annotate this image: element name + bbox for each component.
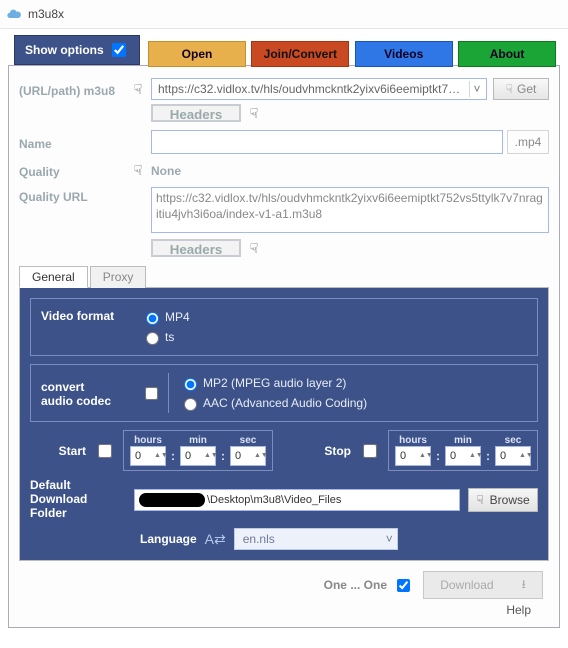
chevron-down-icon[interactable]: ˅ (386, 532, 393, 546)
start-hours[interactable]: 0▲▼ (130, 446, 166, 466)
download-button[interactable]: Download ⭳ (423, 571, 543, 599)
tab-open[interactable]: Open (148, 41, 246, 67)
tab-about[interactable]: About (458, 41, 556, 67)
video-format-group: Video format MP4 ts (30, 298, 538, 356)
radio-mp2[interactable] (184, 378, 197, 391)
top-tabs-row: Show options Open Join/Convert Videos Ab… (8, 39, 560, 66)
radio-mp4-label: MP4 (165, 310, 190, 324)
start-min[interactable]: 0▲▼ (180, 446, 216, 466)
pointer-icon[interactable]: ☟ (129, 162, 147, 179)
quality-label: Quality (19, 162, 129, 179)
pointer-icon: ☟ (506, 82, 513, 96)
redacted-path (139, 493, 205, 507)
tab-videos[interactable]: Videos (355, 41, 453, 67)
convert-label: convert audio codec (41, 378, 141, 409)
download-folder-path[interactable]: \Desktop\m3u8\Video_Files (134, 489, 460, 511)
subtab-proxy[interactable]: Proxy (90, 266, 147, 288)
help-row: Help (19, 601, 549, 617)
chevron-down-icon[interactable]: ˅ (469, 81, 484, 97)
browse-button[interactable]: ☟ Browse (468, 488, 538, 512)
radio-aac[interactable] (184, 398, 197, 411)
quality-url-label: Quality URL (19, 187, 129, 204)
language-label: Language (140, 532, 197, 546)
show-options-checkbox[interactable] (112, 43, 126, 57)
convert-checkbox[interactable] (145, 387, 158, 400)
start-time-group: hours 0▲▼ : min 0▲▼ : sec 0▲▼ (123, 430, 273, 471)
url-headers-button[interactable]: Headers (151, 104, 241, 122)
get-button[interactable]: ☟ Get (493, 78, 549, 100)
pointer-icon[interactable]: ☟ (129, 81, 147, 98)
one-one-checkbox[interactable] (397, 579, 410, 592)
app-icon (6, 6, 22, 22)
time-row: Start hours 0▲▼ : min 0▲▼ : sec 0▲▼ Stop (30, 430, 538, 471)
qurl-headers-button[interactable]: Headers (151, 239, 241, 257)
stop-label: Stop (324, 444, 351, 458)
titlebar: m3u8x (0, 0, 568, 29)
show-options-label: Show options (25, 43, 104, 57)
pointer-icon[interactable]: ☟ (245, 240, 263, 257)
quality-value: None (151, 164, 181, 178)
radio-aac-label: AAC (Advanced Audio Coding) (203, 396, 367, 410)
stop-hours[interactable]: 0▲▼ (395, 446, 431, 466)
url-row: (URL/path) m3u8 ☟ https://c32.vidlox.tv/… (19, 78, 549, 100)
help-link[interactable]: Help (506, 603, 531, 617)
pointer-icon[interactable]: ☟ (245, 105, 263, 122)
footer: One ... One Download ⭳ (19, 561, 549, 601)
show-options-toggle[interactable]: Show options (14, 35, 140, 65)
pointer-icon: ☟ (476, 493, 483, 507)
translate-icon: A⇄ (205, 531, 226, 548)
stop-sec[interactable]: 0▲▼ (495, 446, 531, 466)
quality-url-row: Quality URL https://c32.vidlox.tv/hls/ou… (19, 187, 549, 233)
download-folder-label: Default Download Folder (30, 479, 126, 520)
language-combobox[interactable]: en.nls ˅ (234, 528, 398, 550)
one-one-toggle[interactable]: One ... One (324, 576, 413, 595)
start-sec[interactable]: 0▲▼ (230, 446, 266, 466)
name-input[interactable] (151, 130, 503, 154)
start-label: Start (30, 444, 86, 458)
stop-checkbox[interactable] (363, 444, 377, 458)
url-combobox[interactable]: https://c32.vidlox.tv/hls/oudvhmckntk2yi… (151, 78, 487, 100)
main-panel: (URL/path) m3u8 ☟ https://c32.vidlox.tv/… (8, 66, 560, 628)
radio-mp4[interactable] (146, 312, 159, 325)
window-title: m3u8x (28, 7, 64, 21)
name-label: Name (19, 134, 129, 151)
url-value: https://c32.vidlox.tv/hls/oudvhmckntk2yi… (158, 82, 465, 96)
language-row: Language A⇄ en.nls ˅ (30, 528, 538, 550)
file-ext: .mp4 (507, 130, 549, 154)
subtab-general[interactable]: General (19, 266, 88, 288)
radio-ts[interactable] (146, 332, 159, 345)
audio-codec-group: convert audio codec MP2 (MPEG audio laye… (30, 364, 538, 422)
url-label: (URL/path) m3u8 (19, 81, 129, 98)
url-headers-row: Headers ☟ (19, 104, 549, 122)
stop-min[interactable]: 0▲▼ (445, 446, 481, 466)
general-panel: Video format MP4 ts convert audio codec (19, 288, 549, 561)
qurl-headers-row: Headers ☟ (19, 239, 549, 257)
radio-mp2-label: MP2 (MPEG audio layer 2) (203, 376, 346, 390)
quality-row: Quality ☟ None (19, 162, 549, 179)
radio-ts-label: ts (165, 330, 174, 344)
tab-join[interactable]: Join/Convert (251, 41, 349, 67)
download-icon: ⭳ (522, 575, 526, 596)
video-format-label: Video format (41, 307, 141, 347)
start-checkbox[interactable] (98, 444, 112, 458)
stop-time-group: hours 0▲▼ : min 0▲▼ : sec 0▲▼ (388, 430, 538, 471)
download-folder-row: Default Download Folder \Desktop\m3u8\Vi… (30, 479, 538, 520)
quality-url-text[interactable]: https://c32.vidlox.tv/hls/oudvhmckntk2yi… (151, 187, 549, 233)
name-row: Name .mp4 (19, 130, 549, 154)
sub-tabs: General Proxy (19, 265, 549, 288)
